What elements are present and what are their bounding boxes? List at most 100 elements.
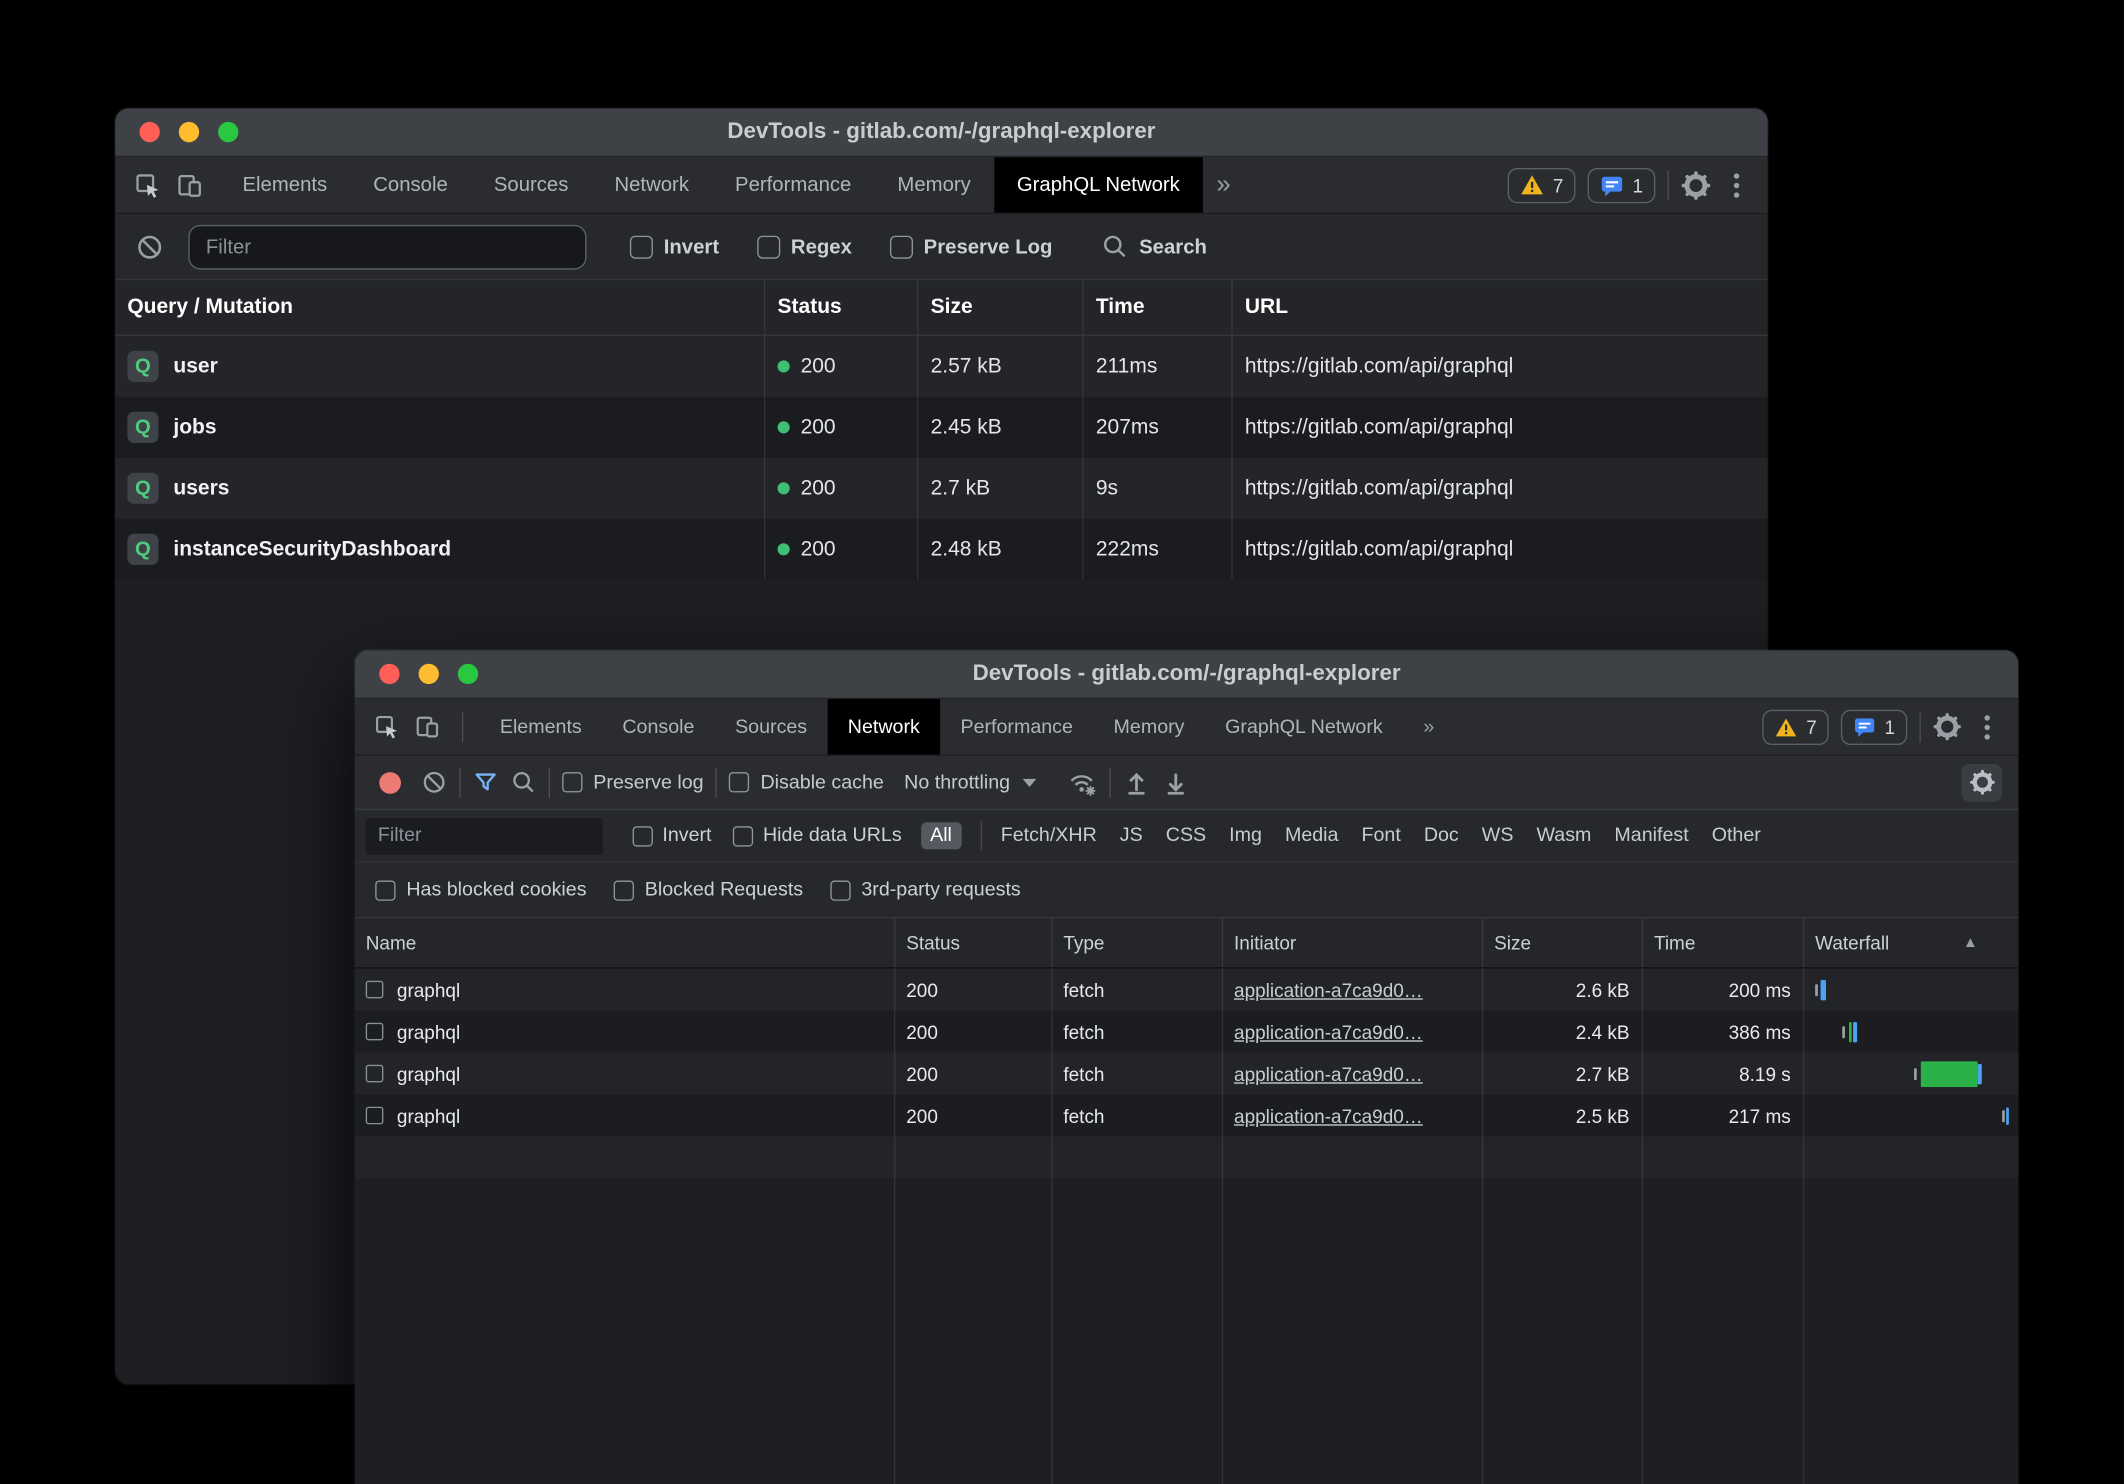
- close-button[interactable]: [140, 122, 160, 142]
- hide-data-urls-checkbox[interactable]: [733, 826, 753, 846]
- filter-chip-ws[interactable]: WS: [1482, 825, 1514, 847]
- tab-network[interactable]: Network: [591, 157, 712, 213]
- column-header-time[interactable]: Time: [1084, 280, 1233, 334]
- table-row[interactable]: Quser 200 2.57 kB 211ms https://gitlab.c…: [115, 336, 1768, 397]
- tab-memory[interactable]: Memory: [874, 157, 993, 213]
- warnings-badge[interactable]: 7: [1508, 167, 1575, 202]
- tab-console[interactable]: Console: [602, 699, 715, 755]
- filter-chip-fetch-xhr[interactable]: Fetch/XHR: [1001, 825, 1097, 847]
- network-conditions-icon[interactable]: [1067, 769, 1097, 796]
- row-checkbox[interactable]: [366, 1023, 384, 1041]
- table-row[interactable]: Qjobs 200 2.45 kB 207ms https://gitlab.c…: [115, 397, 1768, 458]
- column-header-status[interactable]: Status: [765, 280, 918, 334]
- filter-chip-doc[interactable]: Doc: [1424, 825, 1459, 847]
- column-header-status[interactable]: Status: [895, 918, 1052, 967]
- tab-elements[interactable]: Elements: [480, 699, 603, 755]
- filter-chip-css[interactable]: CSS: [1166, 825, 1206, 847]
- preserve-log-checkbox[interactable]: [562, 772, 582, 792]
- tab-performance[interactable]: Performance: [940, 699, 1093, 755]
- minimize-button[interactable]: [419, 664, 439, 684]
- column-header-waterfall[interactable]: Waterfall ▲: [1804, 918, 2018, 967]
- row-checkbox[interactable]: [366, 981, 384, 999]
- has-blocked-cookies-checkbox[interactable]: [375, 880, 395, 900]
- export-har-icon[interactable]: [1162, 769, 1189, 796]
- filter-input[interactable]: [366, 817, 603, 854]
- table-row[interactable]: graphql 200 fetch application-a7ca9d0… 2…: [355, 969, 2018, 1011]
- initiator-link[interactable]: application-a7ca9d0…: [1234, 1021, 1423, 1043]
- column-header-url[interactable]: URL: [1233, 280, 1768, 334]
- tab-console[interactable]: Console: [350, 157, 471, 213]
- filter-chip-media[interactable]: Media: [1285, 825, 1339, 847]
- tab-graphql-network[interactable]: GraphQL Network: [1205, 699, 1403, 755]
- filter-chip-wasm[interactable]: Wasm: [1536, 825, 1591, 847]
- column-header-size[interactable]: Size: [918, 280, 1083, 334]
- inspect-cursor-icon[interactable]: [374, 714, 400, 740]
- filter-chip-manifest[interactable]: Manifest: [1614, 825, 1688, 847]
- filter-funnel-icon[interactable]: [473, 769, 499, 795]
- row-checkbox[interactable]: [366, 1107, 384, 1125]
- column-header-time[interactable]: Time: [1643, 918, 1804, 967]
- clear-icon[interactable]: [421, 769, 447, 795]
- filter-input[interactable]: [188, 224, 586, 269]
- row-checkbox[interactable]: [366, 1065, 384, 1083]
- preserve-log-checkbox[interactable]: [890, 235, 913, 258]
- kebab-menu-icon[interactable]: [1974, 709, 2001, 744]
- titlebar[interactable]: DevTools - gitlab.com/-/graphql-explorer: [115, 108, 1768, 157]
- column-header-query-mutation[interactable]: Query / Mutation: [115, 280, 765, 334]
- zoom-button[interactable]: [218, 122, 238, 142]
- network-settings-gear-button[interactable]: [1961, 763, 2002, 801]
- tab-graphql-network[interactable]: GraphQL Network: [994, 157, 1203, 213]
- record-network-log-button[interactable]: [379, 771, 401, 793]
- settings-gear-icon[interactable]: [1681, 170, 1711, 200]
- filter-chip-img[interactable]: Img: [1229, 825, 1262, 847]
- inspect-cursor-icon[interactable]: [134, 171, 161, 198]
- tab-memory[interactable]: Memory: [1093, 699, 1205, 755]
- issues-badge[interactable]: 1: [1841, 709, 1907, 744]
- table-row[interactable]: graphql 200 fetch application-a7ca9d0… 2…: [355, 1095, 2018, 1137]
- table-row[interactable]: QinstanceSecurityDashboard 200 2.48 kB 2…: [115, 519, 1768, 580]
- settings-gear-icon[interactable]: [1933, 713, 1961, 741]
- initiator-link[interactable]: application-a7ca9d0…: [1234, 1105, 1423, 1127]
- import-har-icon[interactable]: [1123, 769, 1150, 796]
- kebab-menu-icon[interactable]: [1723, 167, 1750, 202]
- filter-chip-all[interactable]: All: [921, 822, 962, 849]
- blocked-requests-checkbox[interactable]: [614, 880, 634, 900]
- tab-sources[interactable]: Sources: [471, 157, 592, 213]
- device-toolbar-icon[interactable]: [176, 171, 203, 198]
- regex-checkbox[interactable]: [757, 235, 780, 258]
- disable-cache-checkbox[interactable]: [729, 772, 749, 792]
- warnings-badge[interactable]: 7: [1763, 709, 1829, 744]
- device-toolbar-icon[interactable]: [415, 714, 441, 740]
- tab-performance[interactable]: Performance: [712, 157, 874, 213]
- table-row[interactable]: graphql 200 fetch application-a7ca9d0… 2…: [355, 1053, 2018, 1095]
- more-tabs-chevron[interactable]: »: [1403, 699, 1455, 755]
- clear-icon[interactable]: [135, 232, 163, 260]
- close-button[interactable]: [379, 664, 399, 684]
- table-row[interactable]: graphql 200 fetch application-a7ca9d0… 2…: [355, 1011, 2018, 1053]
- query-name: users: [173, 476, 229, 500]
- invert-checkbox[interactable]: [633, 826, 653, 846]
- column-header-name[interactable]: Name: [355, 918, 895, 967]
- initiator-link[interactable]: application-a7ca9d0…: [1234, 1063, 1423, 1085]
- throttling-dropdown[interactable]: No throttling: [904, 771, 1036, 793]
- issues-badge[interactable]: 1: [1588, 167, 1655, 202]
- third-party-requests-checkbox[interactable]: [830, 880, 850, 900]
- initiator-link[interactable]: application-a7ca9d0…: [1234, 979, 1423, 1001]
- minimize-button[interactable]: [179, 122, 199, 142]
- filter-chip-other[interactable]: Other: [1712, 825, 1761, 847]
- tab-elements[interactable]: Elements: [219, 157, 350, 213]
- filter-chip-font[interactable]: Font: [1361, 825, 1400, 847]
- titlebar[interactable]: DevTools - gitlab.com/-/graphql-explorer: [355, 650, 2018, 699]
- search-label[interactable]: Search: [1139, 235, 1207, 258]
- invert-checkbox[interactable]: [630, 235, 653, 258]
- filter-chip-js[interactable]: JS: [1120, 825, 1143, 847]
- column-header-size[interactable]: Size: [1483, 918, 1643, 967]
- more-tabs-chevron[interactable]: »: [1203, 157, 1244, 213]
- tab-sources[interactable]: Sources: [715, 699, 828, 755]
- search-icon[interactable]: [511, 769, 537, 795]
- column-header-type[interactable]: Type: [1053, 918, 1224, 967]
- zoom-button[interactable]: [458, 664, 478, 684]
- tab-network[interactable]: Network: [827, 699, 940, 755]
- table-row[interactable]: Qusers 200 2.7 kB 9s https://gitlab.com/…: [115, 458, 1768, 519]
- column-header-initiator[interactable]: Initiator: [1223, 918, 1483, 967]
